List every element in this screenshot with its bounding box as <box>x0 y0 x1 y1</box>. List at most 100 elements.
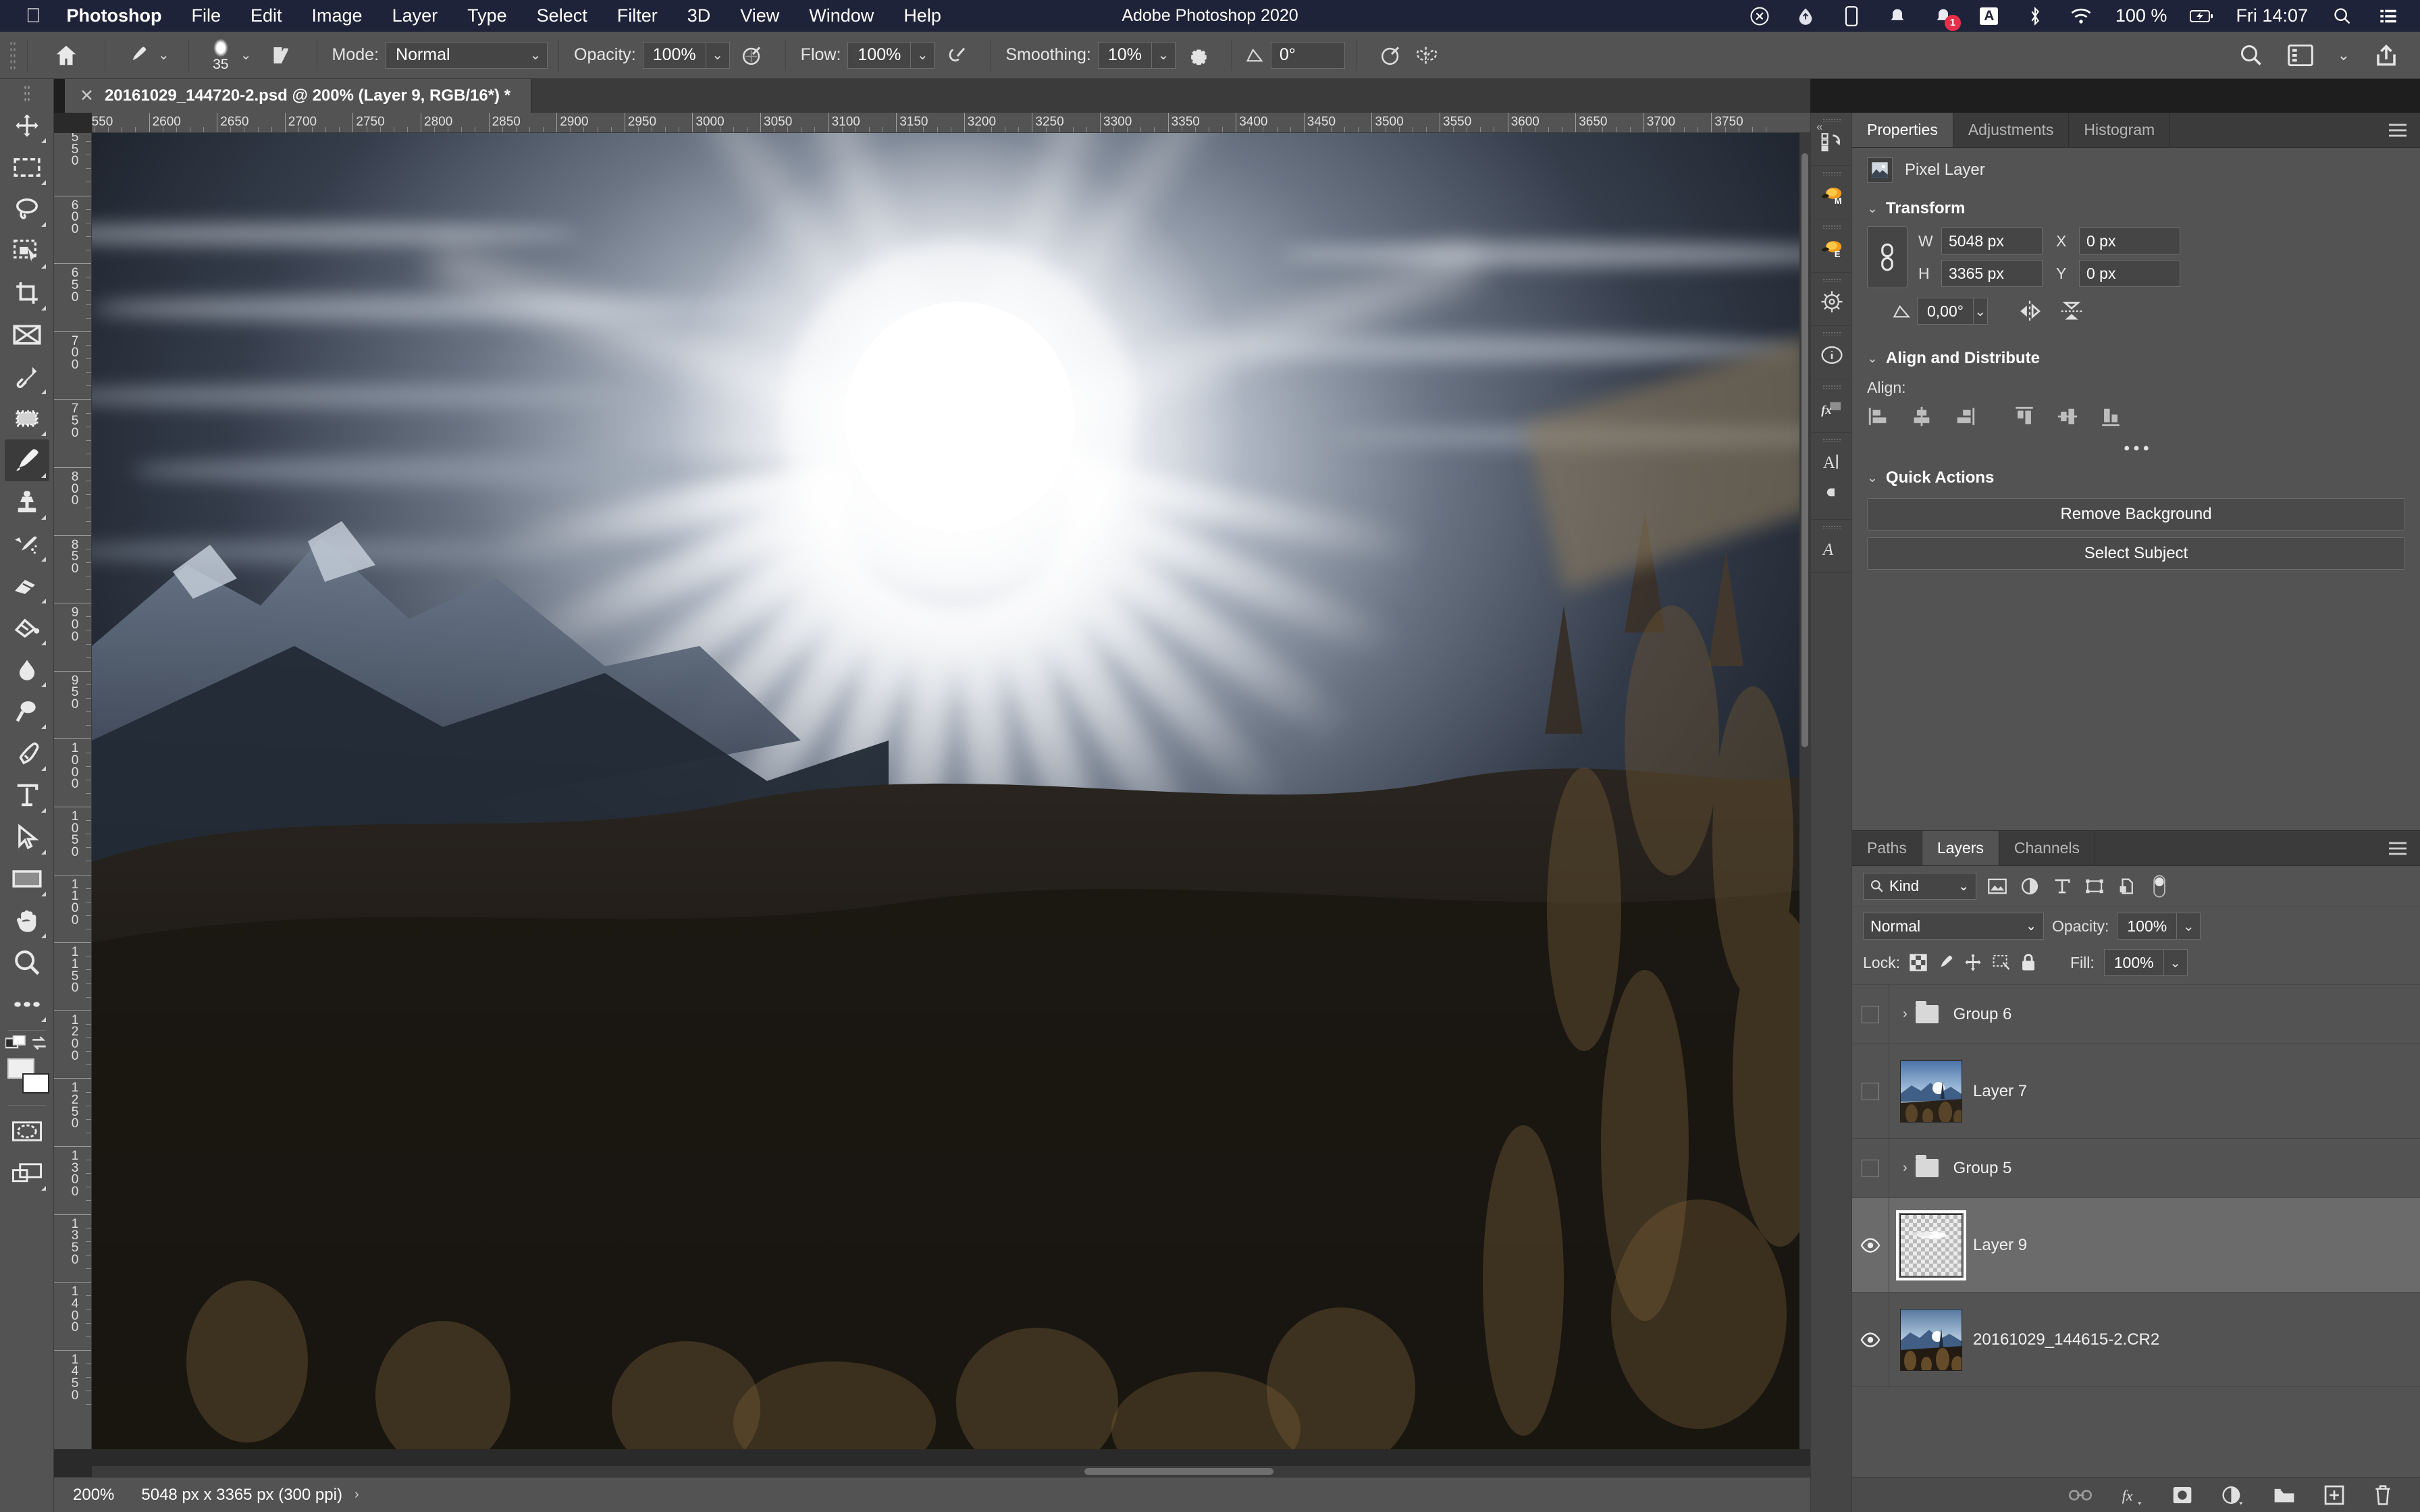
control-center-icon[interactable] <box>2377 5 2400 28</box>
layer-visibility-toggle[interactable] <box>1852 1159 1889 1177</box>
object-selection-tool[interactable] <box>5 230 49 272</box>
wifi-icon[interactable] <box>2070 5 2093 28</box>
toolbar-grip[interactable] <box>23 84 30 102</box>
type-tool[interactable] <box>5 774 49 816</box>
lock-transparent-pixels-icon[interactable] <box>1910 954 1927 971</box>
blend-mode-select[interactable]: Normal ⌄ <box>386 41 548 69</box>
zoom-tool[interactable] <box>5 942 49 983</box>
delete-layer-icon[interactable] <box>2373 1484 2393 1506</box>
tab-histogram[interactable]: Histogram <box>2069 113 2171 147</box>
brush-settings-icon[interactable] <box>271 43 295 68</box>
eyedropper-tool[interactable] <box>5 356 49 398</box>
options-bar-grip[interactable] <box>9 40 16 70</box>
edit-toolbar-button[interactable] <box>5 983 49 1025</box>
adjustment-filter-icon[interactable] <box>2018 875 2041 898</box>
layer-thumbnail[interactable] <box>1896 1210 1966 1280</box>
opacity-input[interactable]: 100% ⌄ <box>642 41 730 69</box>
clone-stamp-tool[interactable] <box>5 481 49 523</box>
quick-mask-icon[interactable] <box>5 1110 49 1152</box>
zoom-level-label[interactable]: 200% <box>73 1486 114 1505</box>
menu-item-window[interactable]: Window <box>809 5 874 26</box>
dodge-tool[interactable] <box>5 691 49 732</box>
symmetry-butterfly-icon[interactable] <box>1415 44 1439 67</box>
flip-horizontal-icon[interactable] <box>2018 300 2042 323</box>
table-row[interactable]: Layer 7 <box>1852 1044 2420 1139</box>
link-aspect-ratio-icon[interactable] <box>1867 226 1908 288</box>
smart-object-filter-icon[interactable] <box>2115 875 2138 898</box>
image-filter-icon[interactable] <box>1986 875 2009 898</box>
quick-actions-section-header[interactable]: ⌄ Quick Actions <box>1852 462 2420 491</box>
vertical-scroll-thumb[interactable] <box>1801 153 1808 747</box>
creative-cloud-icon[interactable] <box>1748 5 1771 28</box>
spot-healing-brush-tool[interactable] <box>5 398 49 439</box>
paragraph-panel-icon[interactable] <box>1811 479 1853 512</box>
horizontal-scroll-thumb[interactable] <box>1084 1468 1273 1475</box>
navigator-icon[interactable] <box>1811 285 1853 319</box>
width-input[interactable]: 5048 px <box>1941 227 2043 254</box>
eraser-tool[interactable] <box>5 565 49 607</box>
gradient-tool[interactable] <box>5 607 49 649</box>
lock-artboard-icon[interactable] <box>1992 954 2011 971</box>
color-swatches[interactable] <box>5 1056 49 1100</box>
menu-item-file[interactable]: File <box>191 5 221 26</box>
new-adjustment-layer-icon[interactable] <box>2221 1485 2244 1505</box>
vertical-ruler[interactable]: 550 600 650 700 750 800 850 900 950 1000 1050 1100 1… <box>54 133 92 1449</box>
remove-background-button[interactable]: Remove Background <box>1867 498 2405 531</box>
libraries-e-icon[interactable]: E <box>1811 232 1853 265</box>
tab-properties[interactable]: Properties <box>1852 113 1953 147</box>
blur-tool[interactable] <box>5 649 49 691</box>
canvas-vertical-scrollbar[interactable] <box>1799 133 1810 1449</box>
lasso-tool[interactable] <box>5 188 49 230</box>
chevron-right-icon[interactable]: › <box>354 1487 359 1503</box>
layer-opacity-input[interactable]: 100% ⌄ <box>2117 913 2201 940</box>
expand-panels-icon[interactable]: « <box>1816 120 1822 134</box>
align-bottom-icon[interactable] <box>2099 405 2122 428</box>
airbrush-icon[interactable] <box>945 44 968 67</box>
height-input[interactable]: 3365 px <box>1941 260 2043 287</box>
crop-tool[interactable] <box>5 272 49 314</box>
horizontal-ruler[interactable]: 2550260026502700275028002850290029503000… <box>92 113 1810 133</box>
input-source-icon[interactable]: A <box>1978 5 2001 28</box>
tab-adjustments[interactable]: Adjustments <box>1953 113 2070 147</box>
shape-filter-icon[interactable] <box>2083 875 2106 898</box>
bell-icon[interactable] <box>1886 5 1909 28</box>
brush-preset-chevron-down-icon[interactable]: ⌄ <box>232 47 260 63</box>
spotlight-search-icon[interactable] <box>2331 5 2354 28</box>
bluetooth-icon[interactable] <box>2024 5 2047 28</box>
lock-position-icon[interactable] <box>1964 953 1982 972</box>
frame-tool[interactable] <box>5 314 49 356</box>
layer-visibility-toggle[interactable] <box>1852 1005 1889 1023</box>
styles-panel-icon[interactable]: fx <box>1811 392 1853 425</box>
path-selection-tool[interactable] <box>5 816 49 858</box>
type-filter-icon[interactable] <box>2051 875 2074 898</box>
align-left-icon[interactable] <box>1867 405 1890 428</box>
menu-item-edit[interactable]: Edit <box>251 5 282 26</box>
align-right-icon[interactable] <box>1953 405 1976 428</box>
menu-item-type[interactable]: Type <box>467 5 507 26</box>
canvas-horizontal-scrollbar[interactable] <box>92 1466 1810 1477</box>
fill-input[interactable]: 100% ⌄ <box>2103 949 2188 976</box>
share-icon[interactable] <box>2374 43 2398 68</box>
select-subject-button[interactable]: Select Subject <box>1867 537 2405 570</box>
phone-icon[interactable] <box>1840 5 1863 28</box>
swap-colors-icon[interactable] <box>30 1035 49 1052</box>
layer-visibility-toggle[interactable] <box>1852 1237 1889 1253</box>
layer-thumbnail[interactable] <box>1900 1060 1962 1123</box>
menu-item-layer[interactable]: Layer <box>392 5 438 26</box>
filter-toggle-icon[interactable] <box>2148 875 2171 898</box>
layer-visibility-toggle[interactable] <box>1852 1082 1889 1100</box>
align-vertical-center-icon[interactable] <box>2056 405 2079 428</box>
group-expand-chevron-right-icon[interactable]: › <box>1903 1160 1908 1176</box>
pressure-size-icon[interactable] <box>1379 44 1402 67</box>
dropbox-icon[interactable] <box>1794 5 1817 28</box>
rectangle-tool[interactable] <box>5 858 49 900</box>
align-top-icon[interactable] <box>2013 405 2036 428</box>
group-expand-chevron-right-icon[interactable]: › <box>1903 1006 1908 1022</box>
add-layer-style-icon[interactable]: fx <box>2120 1485 2143 1505</box>
align-more-options-button[interactable] <box>1852 432 2420 455</box>
character-panel-icon[interactable]: A <box>1811 445 1853 479</box>
table-row[interactable]: 20161029_144615-2.CR2 <box>1852 1293 2420 1387</box>
menu-item-photoshop[interactable]: Photoshop <box>67 5 162 26</box>
hand-tool[interactable] <box>5 900 49 942</box>
y-input[interactable]: 0 px <box>2079 260 2180 287</box>
